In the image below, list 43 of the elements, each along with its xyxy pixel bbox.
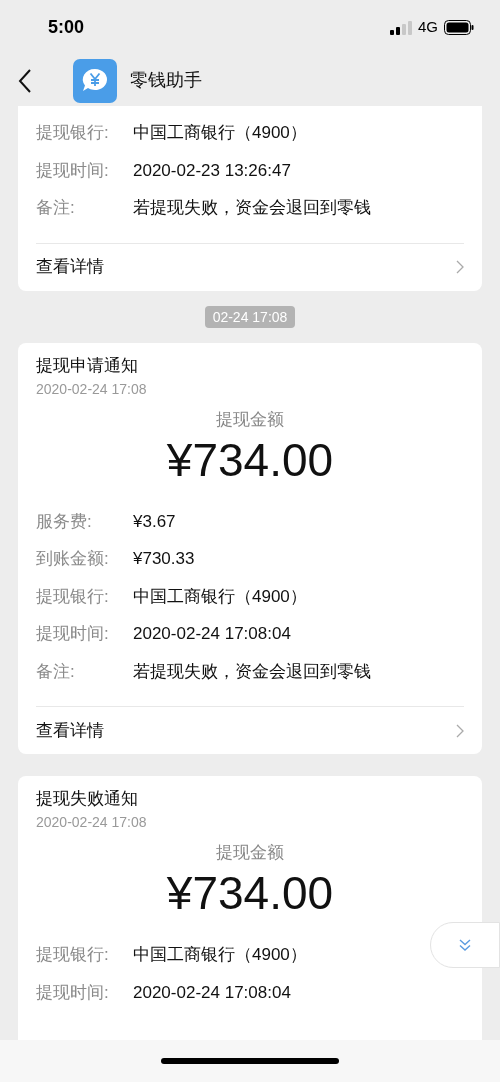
field-value: 中国工商银行（4900） bbox=[133, 585, 307, 608]
amount-label: 提现金额 bbox=[216, 842, 284, 864]
field-label: 备注: bbox=[36, 197, 76, 219]
field-value: 2020-02-24 17:08:04 bbox=[133, 981, 291, 1004]
field-value: ¥730.33 bbox=[133, 548, 195, 570]
field-value: 中国工商银行（4900） bbox=[133, 122, 307, 144]
signal-icon bbox=[390, 20, 412, 35]
field-value: 中国工商银行（4900） bbox=[133, 944, 307, 966]
amount-value: ¥734.00 bbox=[166, 866, 334, 920]
field-label: 提现时间: bbox=[36, 981, 110, 1004]
card-date: 2020-02-24 17:08 bbox=[36, 813, 148, 832]
field-value: 2020-02-24 17:08:04 bbox=[133, 623, 291, 645]
field-label: 提现银行: bbox=[36, 122, 110, 144]
network-label: 4G bbox=[418, 17, 438, 38]
field-label: 备注: bbox=[36, 660, 76, 683]
details-link[interactable]: 查看详情 bbox=[36, 243, 464, 291]
card-date: 2020-02-24 17:08 bbox=[36, 379, 148, 399]
field-value: ¥3.67 bbox=[133, 510, 176, 533]
field-value: 若提现失败，资金会退回到零钱 bbox=[133, 660, 371, 683]
timestamp-label: 02-24 17:08 bbox=[204, 305, 296, 328]
battery-icon bbox=[444, 20, 474, 35]
field-label: 服务费: bbox=[36, 510, 93, 533]
field-label: 提现时间: bbox=[36, 159, 110, 182]
chat-title: 零钱助手 bbox=[130, 69, 202, 92]
chevron-right-icon bbox=[456, 260, 464, 274]
field-label: 提现银行: bbox=[36, 585, 110, 608]
field-label: 到账金额: bbox=[36, 548, 110, 570]
app-icon bbox=[73, 58, 117, 103]
amount-label: 提现金额 bbox=[216, 408, 284, 431]
double-chevron-down-icon bbox=[458, 938, 472, 952]
chevron-right-icon bbox=[456, 723, 464, 738]
field-label: 提现银行: bbox=[36, 944, 110, 966]
back-icon[interactable] bbox=[18, 67, 32, 94]
field-value: 若提现失败，资金会退回到零钱 bbox=[133, 197, 371, 219]
field-label: 提现时间: bbox=[36, 623, 110, 645]
card-title: 提现失败通知 bbox=[36, 788, 139, 810]
scroll-down-button[interactable] bbox=[430, 922, 500, 968]
details-link[interactable]: 查看详情 bbox=[36, 707, 464, 754]
home-indicator[interactable] bbox=[161, 1058, 339, 1064]
card-title: 提现申请通知 bbox=[36, 354, 139, 377]
field-value: 2020-02-23 13:26:47 bbox=[133, 159, 291, 182]
amount-value: ¥734.00 bbox=[166, 432, 334, 487]
status-time: 5:00 bbox=[48, 16, 85, 39]
